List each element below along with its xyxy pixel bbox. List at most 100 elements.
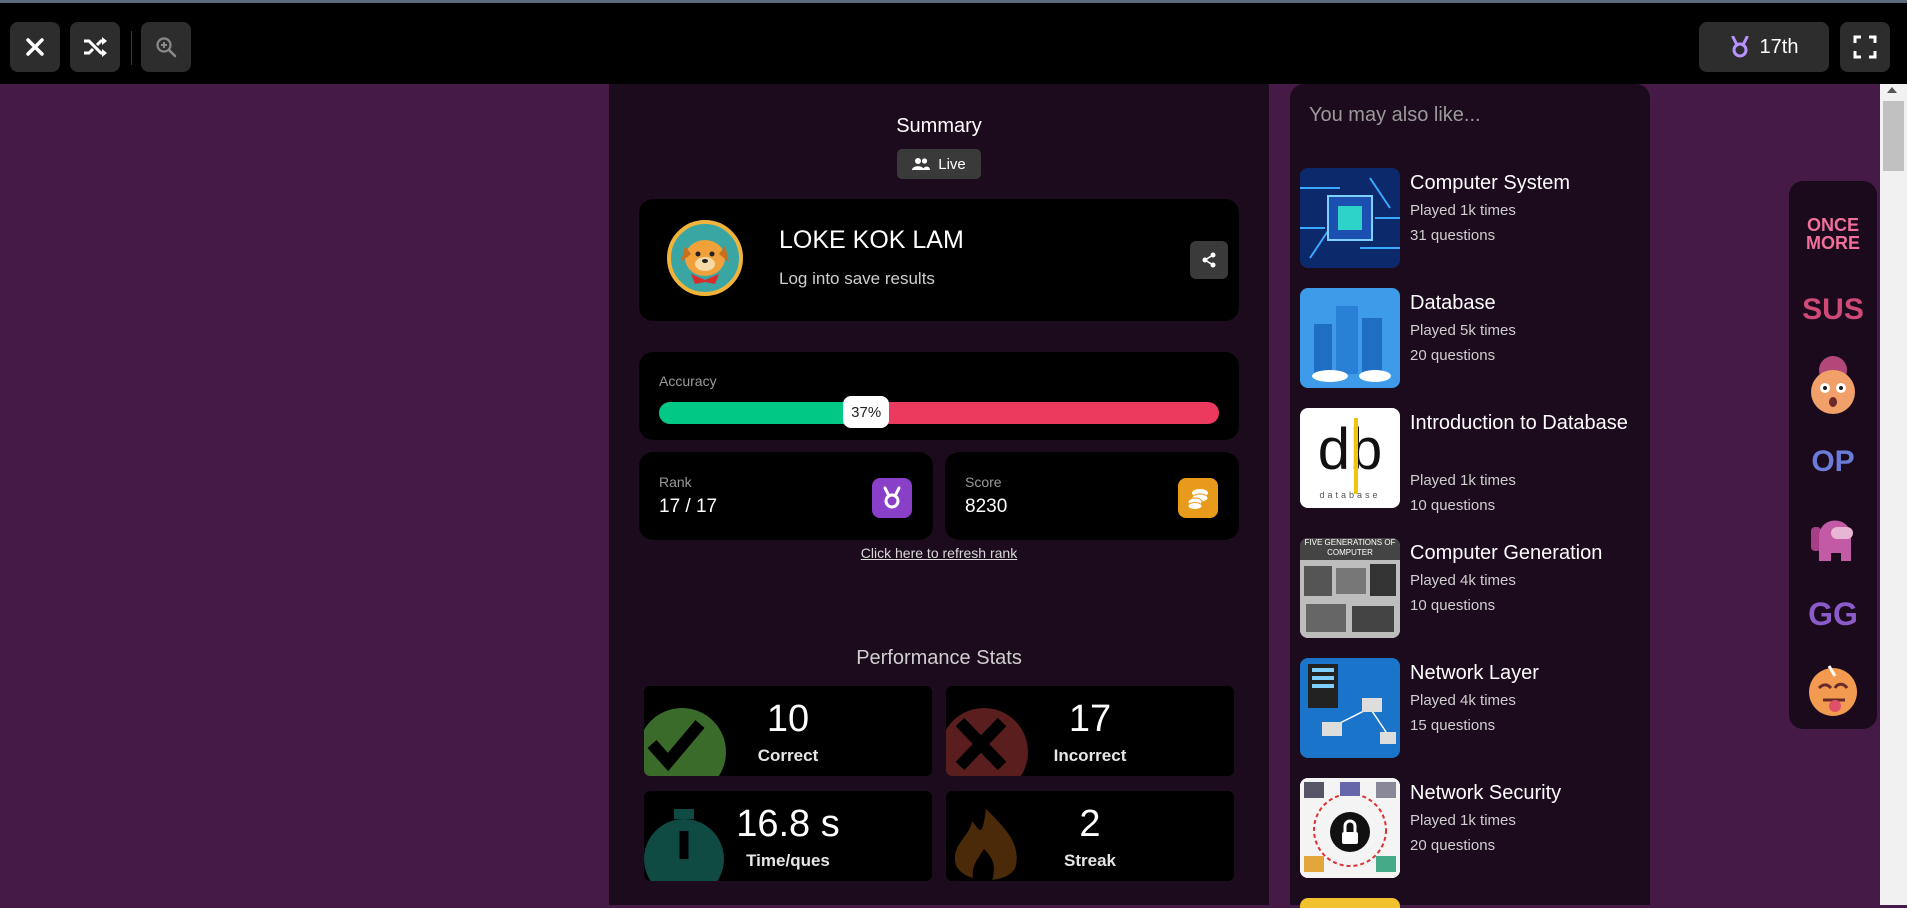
accuracy-label: Accuracy bbox=[659, 373, 717, 389]
crewmate-icon bbox=[1811, 520, 1853, 561]
recommendation-questions: 20 questions bbox=[1410, 837, 1496, 854]
stat-label: Streak bbox=[1064, 851, 1116, 870]
tongue-face-icon bbox=[1809, 665, 1857, 716]
stat-label: Time/ques bbox=[746, 851, 830, 870]
stat-label: Correct bbox=[757, 746, 819, 765]
close-icon bbox=[26, 38, 44, 56]
recommendation-title: Network Layer bbox=[1410, 662, 1539, 684]
stat-correct: 10 Correct bbox=[644, 686, 932, 776]
top-bar: 17th bbox=[0, 3, 1907, 84]
recommendation-title: Computer System bbox=[1410, 172, 1571, 194]
shocked-face-icon bbox=[1811, 356, 1855, 414]
scroll-up-arrow[interactable] bbox=[1887, 87, 1897, 93]
summary-title: Summary bbox=[896, 115, 982, 137]
users-icon bbox=[912, 158, 931, 170]
computer-generations-thumbnail: FIVE GENERATIONS OF COMPUTER bbox=[1300, 538, 1400, 638]
shuffle-icon bbox=[84, 37, 107, 57]
summary-panel: Summary Live LOKE KOK LAM Log into save … bbox=[609, 84, 1269, 905]
avatar bbox=[667, 220, 743, 296]
login-prompt[interactable]: Log into save results bbox=[779, 269, 935, 289]
sticker-gg[interactable]: GG bbox=[1801, 582, 1865, 646]
score-card: Score 8230 bbox=[945, 452, 1239, 540]
network-security-thumbnail bbox=[1300, 778, 1400, 878]
zoom-in-icon bbox=[156, 37, 177, 58]
db-logo-thumbnail: db database bbox=[1300, 408, 1400, 508]
accuracy-percent: 37% bbox=[843, 396, 890, 428]
recommendation-title: Network Security bbox=[1410, 782, 1562, 804]
rank-label: Rank bbox=[659, 474, 692, 490]
database-thumbnail bbox=[1300, 288, 1400, 388]
stat-label: Incorrect bbox=[1053, 746, 1127, 765]
shuffle-button[interactable] bbox=[70, 22, 120, 72]
stat-value: 10 bbox=[766, 698, 810, 740]
recommendation-title: Computer Generation bbox=[1410, 542, 1603, 564]
recommendation-plays: Played 5k times bbox=[1410, 322, 1516, 339]
recommendation-title: Introduction to Database bbox=[1410, 412, 1628, 434]
sticker-op[interactable]: OP bbox=[1801, 430, 1865, 494]
fullscreen-icon bbox=[1853, 35, 1877, 59]
generations-caption: FIVE GENERATIONS OF COMPUTER bbox=[1300, 538, 1400, 560]
stat-value: 17 bbox=[1068, 698, 1112, 740]
performance-title: Performance Stats bbox=[856, 647, 1022, 669]
recommendations-panel: You may also like... Computer System Pla… bbox=[1290, 84, 1650, 908]
rank-pill[interactable]: 17th bbox=[1699, 22, 1829, 72]
rank-card: Rank 17 / 17 bbox=[639, 452, 933, 540]
recommendation-plays: Played 4k times bbox=[1410, 692, 1516, 709]
refresh-rank-link[interactable]: Click here to refresh rank bbox=[609, 545, 1269, 561]
recommendation-questions: 10 questions bbox=[1410, 597, 1496, 614]
recommendation-plays: Played 1k times bbox=[1410, 812, 1516, 829]
score-value: 8230 bbox=[965, 496, 1008, 517]
stat-value: 16.8 s bbox=[736, 803, 840, 845]
reaction-stickers: ONCE MORE SUS OP GG bbox=[1789, 181, 1877, 729]
sticker-more-text: MORE bbox=[1806, 233, 1860, 253]
recommendation-plays: Played 1k times bbox=[1410, 202, 1516, 219]
recommendation-questions: 20 questions bbox=[1410, 347, 1496, 364]
rank-badge bbox=[872, 478, 912, 518]
score-badge bbox=[1178, 478, 1218, 518]
mode-badge: Live bbox=[897, 149, 981, 179]
dog-avatar-icon bbox=[681, 240, 729, 284]
circuit-board-thumbnail bbox=[1300, 168, 1400, 268]
medal-icon bbox=[1731, 36, 1749, 58]
medal-icon bbox=[883, 486, 901, 509]
recommendations-title: You may also like... bbox=[1309, 104, 1481, 126]
next-recommendation-thumbnail[interactable] bbox=[1300, 898, 1400, 908]
sticker-shocked[interactable] bbox=[1801, 354, 1865, 418]
db-logo-caption: database bbox=[1319, 490, 1381, 500]
rank-value: 17 / 17 bbox=[659, 496, 718, 517]
accuracy-card: Accuracy 37% bbox=[639, 352, 1239, 440]
sticker-once-more[interactable]: ONCE MORE bbox=[1801, 202, 1865, 266]
score-label: Score bbox=[965, 474, 1002, 490]
sticker-crewmate[interactable] bbox=[1801, 506, 1865, 570]
share-icon bbox=[1202, 252, 1216, 268]
sticker-sus[interactable]: SUS bbox=[1801, 278, 1865, 342]
toolbar-divider bbox=[131, 31, 132, 65]
zoom-button[interactable] bbox=[141, 22, 191, 72]
rank-pill-label: 17th bbox=[1759, 35, 1799, 58]
close-button[interactable] bbox=[10, 22, 60, 72]
sticker-tongue[interactable] bbox=[1801, 658, 1865, 722]
stat-incorrect: 17 Incorrect bbox=[946, 686, 1234, 776]
scrollbar-track[interactable] bbox=[1880, 84, 1907, 905]
accuracy-bar bbox=[659, 402, 1219, 424]
recommendation-plays: Played 4k times bbox=[1410, 572, 1516, 589]
player-name: LOKE KOK LAM bbox=[779, 226, 964, 254]
network-thumbnail bbox=[1300, 658, 1400, 758]
recommendation-questions: 10 questions bbox=[1410, 497, 1496, 514]
scrollbar-thumb[interactable] bbox=[1883, 101, 1904, 171]
share-button[interactable] bbox=[1190, 241, 1228, 279]
recommendation-questions: 15 questions bbox=[1410, 717, 1496, 734]
db-logo-accent bbox=[1354, 418, 1358, 494]
player-card: LOKE KOK LAM Log into save results bbox=[639, 199, 1239, 321]
stat-value: 2 bbox=[1079, 803, 1101, 845]
sticker-once-text: ONCE bbox=[1806, 215, 1859, 235]
recommendation-title: Database bbox=[1410, 292, 1496, 314]
recommendation-plays: Played 1k times bbox=[1410, 472, 1516, 489]
db-logo-text: db bbox=[1317, 417, 1383, 482]
coins-icon bbox=[1187, 489, 1209, 510]
stat-time: 16.8 s Time/ques bbox=[644, 791, 932, 881]
stat-streak: 2 Streak bbox=[946, 791, 1234, 881]
accuracy-bar-fill bbox=[659, 402, 867, 424]
fullscreen-button[interactable] bbox=[1840, 22, 1890, 72]
mode-label: Live bbox=[938, 155, 966, 173]
